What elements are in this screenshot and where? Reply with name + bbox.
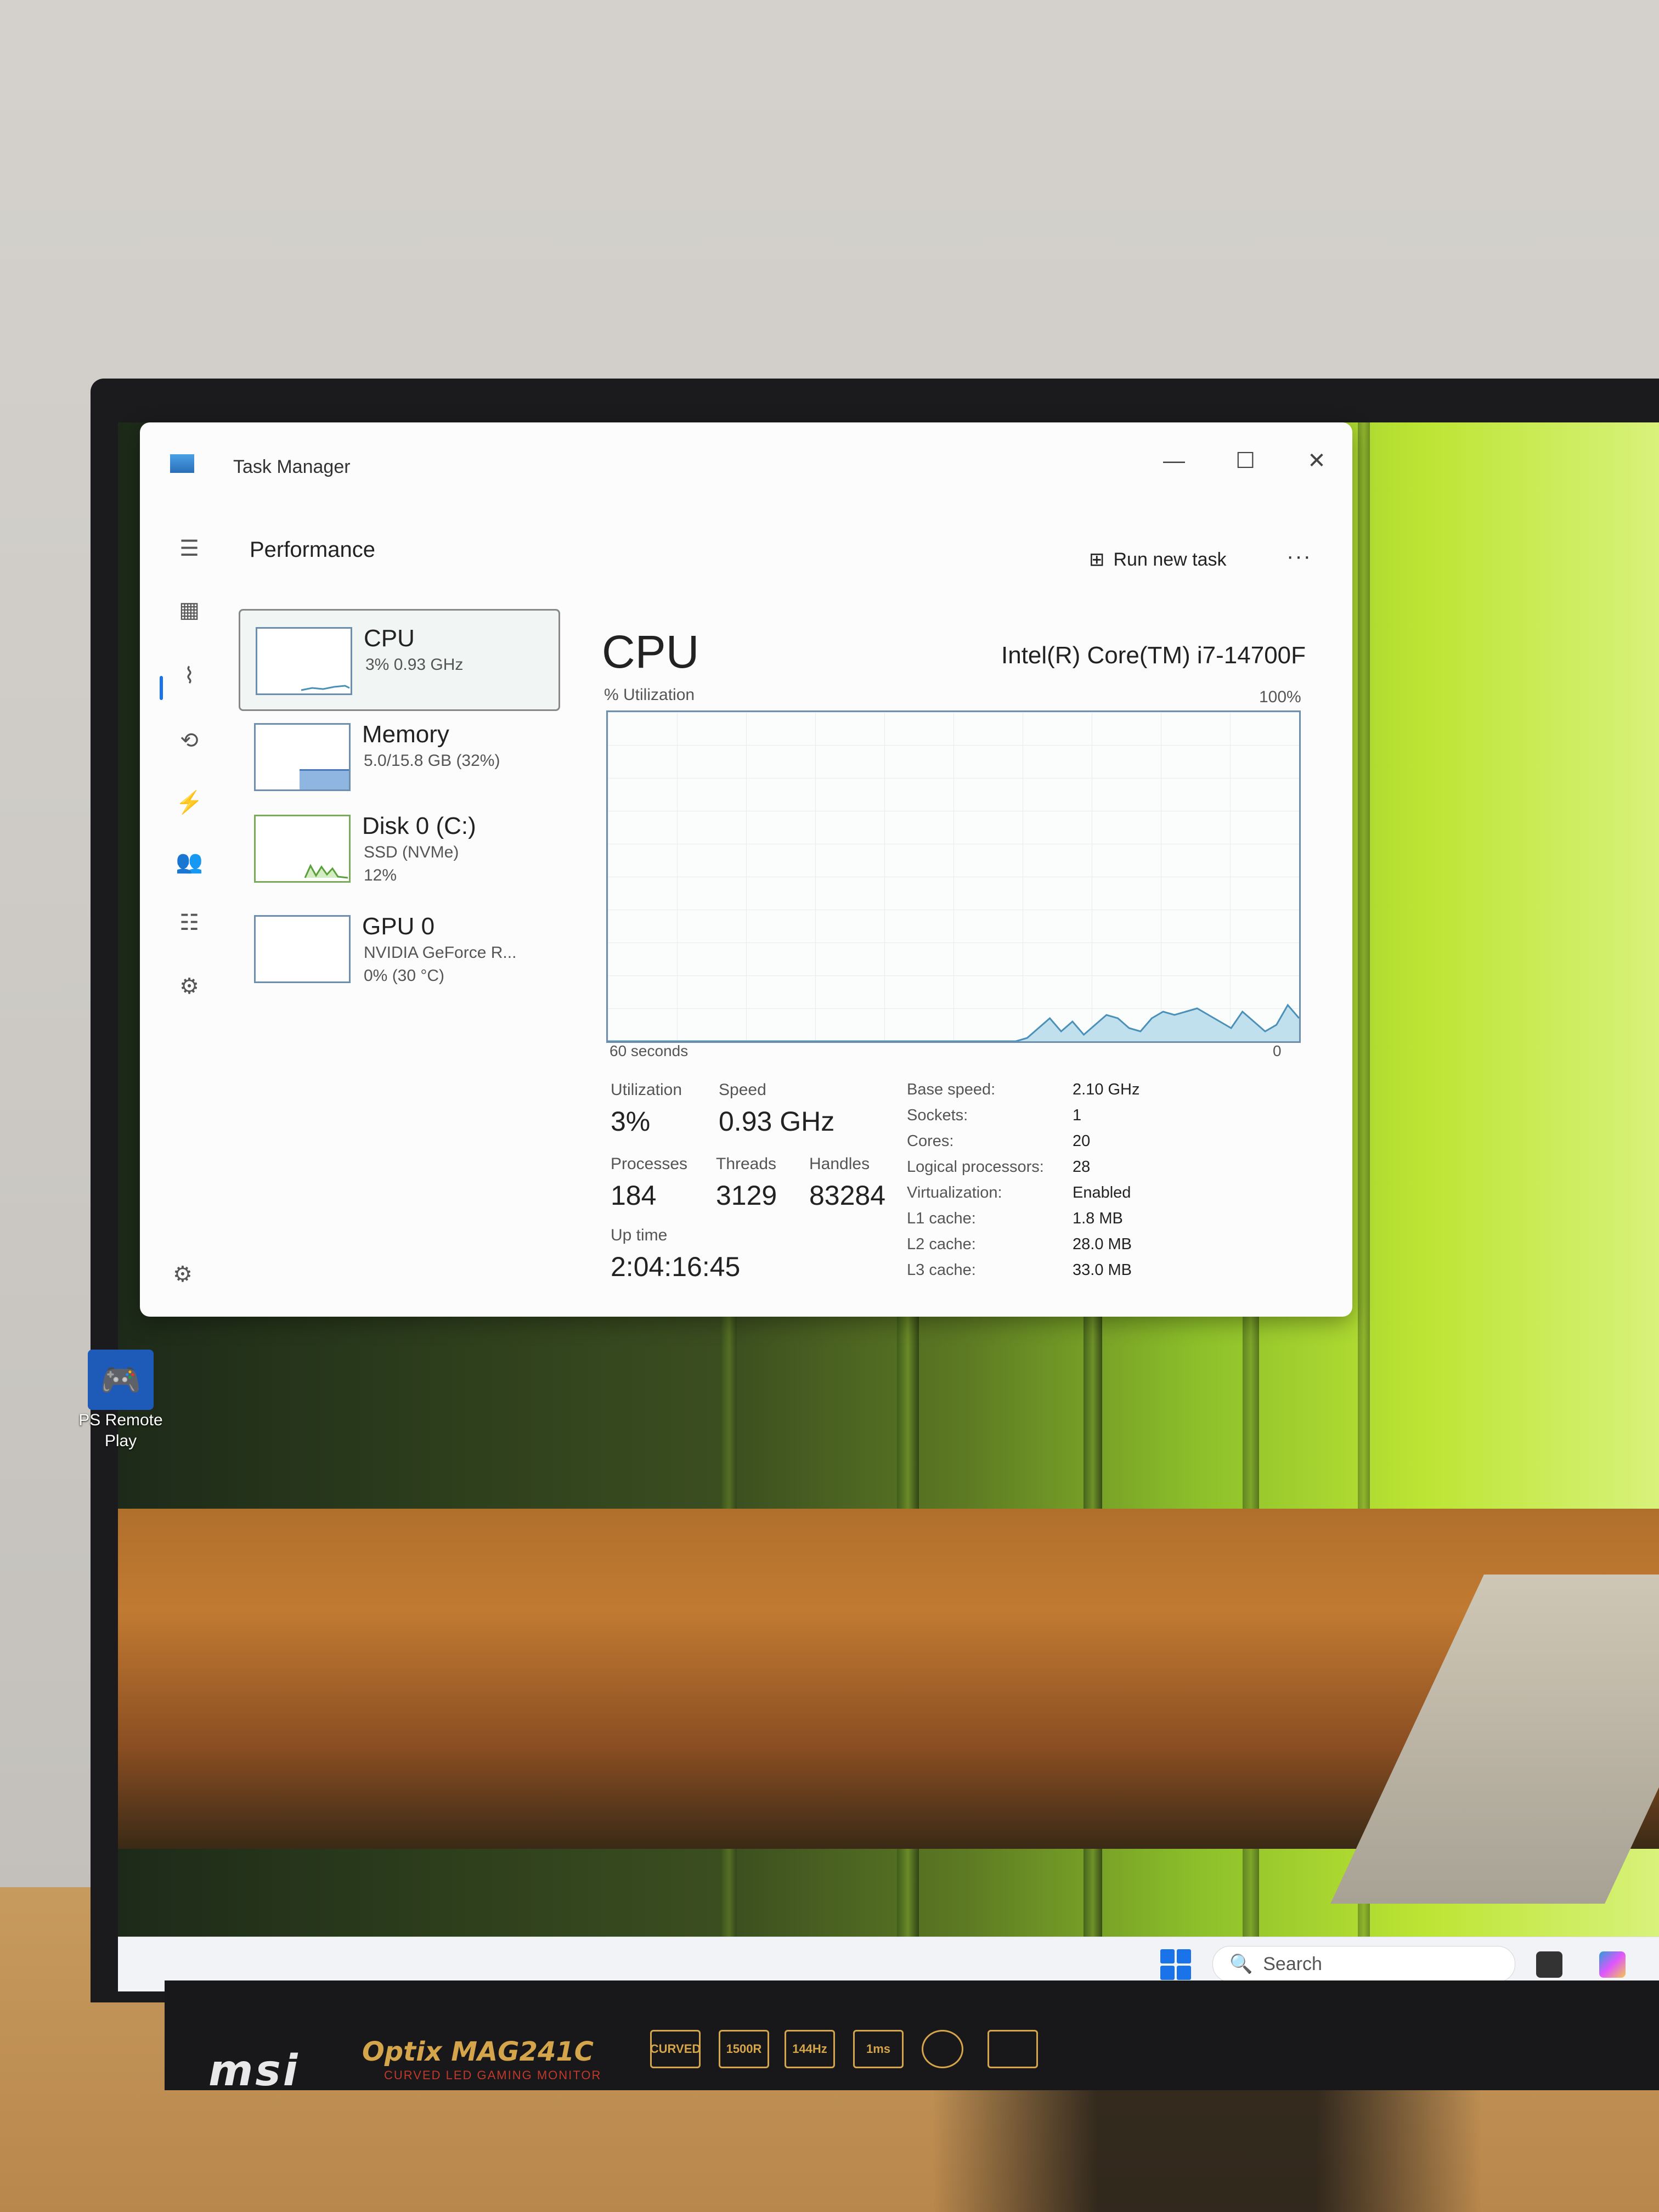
spec-label: L2 cache: [907, 1235, 976, 1253]
sidebar-item-label: Memory [362, 721, 449, 748]
brand-logo: msi [208, 2046, 300, 2096]
minimize-button[interactable]: — [1149, 444, 1199, 477]
users-icon[interactable]: 👥 [173, 845, 206, 878]
hamburger-menu-icon[interactable]: ☰ [173, 532, 206, 565]
nav-rail: ☰ ▦ ⌇ ⟲ ⚡ 👥 ☷ ⚙ [140, 477, 239, 1317]
monitor-subtitle: CURVED LED GAMING MONITOR [384, 2068, 602, 2082]
sidebar-item-sub: NVIDIA GeForce R... [364, 944, 517, 962]
active-indicator [160, 676, 163, 700]
performance-icon[interactable]: ⌇ [173, 659, 206, 692]
cpu-thumbnail-graph [256, 627, 352, 695]
app-history-icon[interactable]: ⟲ [173, 724, 206, 757]
sidebar-item-cpu[interactable]: CPU 3% 0.93 GHz [239, 609, 560, 711]
processes-value: 184 [611, 1180, 657, 1211]
page-title: CPU [602, 626, 699, 678]
sidebar-item-label: CPU [364, 625, 415, 652]
uptime-value: 2:04:16:45 [611, 1251, 741, 1282]
cpu-utilization-graph [606, 710, 1301, 1043]
memory-thumbnail-graph [254, 723, 351, 791]
close-button[interactable]: ✕ [1292, 444, 1341, 477]
sidebar-item-label: GPU 0 [362, 913, 435, 940]
sidebar-item-sub: 5.0/15.8 GB (32%) [364, 752, 500, 770]
spec-value: 1 [1073, 1107, 1082, 1124]
cpu-utilization-chart [608, 1003, 1299, 1041]
search-placeholder: Search [1263, 1953, 1322, 1974]
disk-thumbnail-graph [254, 815, 351, 883]
gpu-thumbnail-graph [254, 915, 351, 983]
sidebar-item-sub: SSD (NVMe) [364, 843, 459, 861]
spec-value: 1.8 MB [1073, 1210, 1123, 1227]
gamepad-icon: 🎮 [88, 1350, 154, 1410]
settings-icon[interactable]: ⚙ [173, 1262, 193, 1287]
sidebar-item-sub: 0% (30 °C) [364, 967, 445, 985]
threads-label: Threads [716, 1155, 777, 1173]
sidebar-item-label: Disk 0 (C:) [362, 812, 476, 839]
feature-badge: 1ms [853, 2030, 904, 2068]
spec-label: Logical processors: [907, 1158, 1044, 1176]
utilization-value: 3% [611, 1106, 651, 1137]
feature-badge: 1500R [719, 2030, 769, 2068]
spec-label: L1 cache: [907, 1210, 976, 1227]
spec-value: 20 [1073, 1132, 1091, 1150]
monitor-model: Optix MAG241C [362, 2036, 594, 2067]
sidebar-item-sub: 3% 0.93 GHz [365, 656, 464, 674]
sidebar-item-disk[interactable]: Disk 0 (C:) SSD (NVMe) 12% [239, 798, 557, 897]
graph-time-label: 60 seconds [610, 1042, 689, 1059]
spec-label: Base speed: [907, 1081, 996, 1098]
speed-label: Speed [719, 1081, 766, 1099]
desktop-icon-ps-remote-play[interactable]: 🎮 PS Remote Play [77, 1350, 165, 1452]
title-bar[interactable]: Task Manager — ☐ ✕ [140, 422, 1352, 477]
task-view-icon[interactable] [1536, 1951, 1562, 1978]
details-icon[interactable]: ☷ [173, 906, 206, 939]
services-icon[interactable]: ⚙ [173, 970, 206, 1003]
processes-label: Processes [611, 1155, 688, 1173]
window-title: Task Manager [233, 456, 351, 477]
spec-label: Cores: [907, 1132, 954, 1150]
feature-badge: 144Hz [785, 2030, 835, 2068]
shield-icon [922, 2030, 963, 2068]
section-title: Performance [250, 538, 375, 562]
spec-value: 33.0 MB [1073, 1261, 1132, 1279]
sidebar-item-gpu[interactable]: GPU 0 NVIDIA GeForce R... 0% (30 °C) [239, 899, 557, 997]
handles-value: 83284 [809, 1180, 886, 1211]
cpu-utilization-area [608, 1005, 1299, 1041]
uptime-label: Up time [611, 1226, 668, 1244]
spec-label: L3 cache: [907, 1261, 976, 1279]
task-manager-window: Task Manager — ☐ ✕ ☰ ▦ ⌇ ⟲ ⚡ 👥 ☷ ⚙ ⚙ Per… [140, 422, 1352, 1317]
speed-value: 0.93 GHz [719, 1106, 835, 1137]
task-manager-icon [170, 454, 194, 473]
spec-value: 2.10 GHz [1073, 1081, 1140, 1098]
run-new-task-button[interactable]: ⊞ Run new task [1089, 549, 1227, 571]
spec-label: Virtualization: [907, 1184, 1002, 1201]
spec-value: Enabled [1073, 1184, 1131, 1201]
cpu-model-name: Intel(R) Core(TM) i7-14700F [1001, 642, 1306, 669]
feature-badge: CURVED [650, 2030, 701, 2068]
start-button[interactable] [1160, 1949, 1191, 1980]
new-task-icon: ⊞ [1089, 549, 1105, 570]
gaming-osd-icon [988, 2030, 1038, 2068]
monitor-stand [933, 2090, 1481, 2212]
startup-apps-icon[interactable]: ⚡ [173, 786, 206, 819]
handles-label: Handles [809, 1155, 870, 1173]
graph-y-min: 0 [1273, 1042, 1282, 1059]
spec-value: 28.0 MB [1073, 1235, 1132, 1253]
utilization-label: Utilization [611, 1081, 682, 1099]
taskbar-search[interactable]: 🔍 Search [1212, 1946, 1515, 1982]
search-icon: 🔍 [1229, 1954, 1263, 1974]
more-options-button[interactable]: ··· [1286, 544, 1312, 569]
run-new-task-label: Run new task [1113, 549, 1227, 570]
maximize-button[interactable]: ☐ [1221, 444, 1270, 477]
spec-value: 28 [1073, 1158, 1091, 1176]
processes-icon[interactable]: ▦ [173, 594, 206, 627]
desktop-icon-label: Play [104, 1432, 137, 1450]
spec-label: Sockets: [907, 1107, 968, 1124]
graph-y-max: 100% [1259, 688, 1301, 706]
graph-y-label: % Utilization [604, 686, 695, 704]
threads-value: 3129 [716, 1180, 777, 1211]
sidebar-item-memory[interactable]: Memory 5.0/15.8 GB (32%) [239, 707, 557, 805]
sidebar-item-sub: 12% [364, 866, 397, 884]
copilot-icon[interactable] [1599, 1951, 1626, 1978]
desktop-icon-label: PS Remote [78, 1411, 163, 1429]
